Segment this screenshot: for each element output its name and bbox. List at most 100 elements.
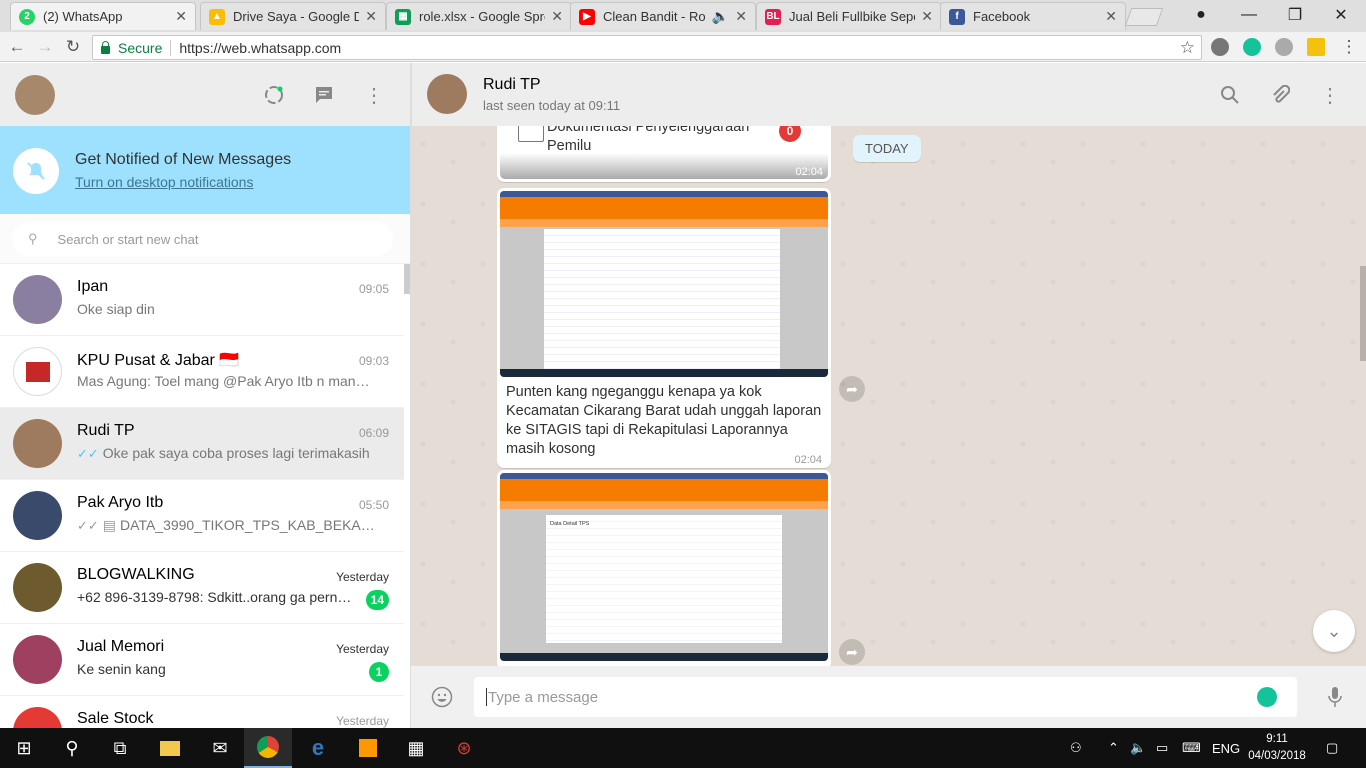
secure-indicator[interactable]: Secure [101, 40, 162, 56]
clock[interactable]: 9:11 04/03/2018 [1247, 731, 1307, 765]
chat-list: Ipan 09:05 Oke siap din KPU Pusat & Jaba… [0, 264, 404, 728]
enable-notifications-link[interactable]: Turn on desktop notifications [75, 174, 253, 190]
chat-item[interactable]: Pak Aryo Itb 05:50 ✓✓ ▤ DATA_3990_TIKOR_TP… [0, 480, 404, 552]
reload-button[interactable]: ↻ [62, 36, 84, 58]
folder-icon [518, 126, 544, 142]
chat-item[interactable]: BLOGWALKING Yesterday +62 896-3139-8798:… [0, 552, 404, 624]
forward-button[interactable]: → [34, 36, 56, 58]
menu-icon[interactable]: ⋮ [362, 83, 386, 107]
message-text: Punten kang ngeganggu kenapa ya kok Keca… [506, 384, 822, 457]
avatar [13, 707, 62, 728]
mail-icon[interactable]: ✉ [196, 728, 244, 768]
close-tab-icon[interactable]: ✕ [175, 8, 187, 25]
address-bar[interactable]: Secure https://web.whatsapp.com ☆ [92, 35, 1202, 60]
back-button[interactable]: ← [6, 36, 28, 58]
task-view-icon[interactable]: ⧉ [96, 728, 144, 768]
calculator-icon[interactable]: ▦ [392, 728, 440, 768]
edge-icon[interactable]: e [294, 728, 342, 768]
double-check-icon: ✓✓ [77, 446, 99, 461]
search-icon[interactable]: ⚲ [48, 728, 96, 768]
unread-badge: 14 [365, 590, 389, 610]
browser-toolbar: ← → ↻ Secure https://web.whatsapp.com ☆ … [0, 32, 1366, 62]
message-scrollbar[interactable] [1360, 266, 1366, 361]
extension-settings-icon[interactable] [1211, 38, 1229, 56]
image-message[interactable]: Data Detail TPS [497, 470, 831, 666]
sublime-icon[interactable] [344, 728, 392, 768]
action-center-icon[interactable]: ▢ [1326, 728, 1338, 768]
profile-icon[interactable]: ● [1178, 0, 1224, 30]
scroll-down-button[interactable]: ⌄ [1313, 610, 1355, 652]
document-message[interactable]: Dokumentasi Penyelenggaraan Pemilu 0 02:… [497, 126, 831, 182]
tab-youtube[interactable]: ▶ Clean Bandit - Rocka 🔈 ✕ [570, 2, 756, 30]
chat-item[interactable]: Ipan 09:05 Oke siap din [0, 264, 404, 336]
chat-list-scrollbar[interactable] [404, 264, 410, 294]
v-extension-icon[interactable] [1307, 38, 1325, 56]
my-avatar[interactable] [15, 75, 55, 115]
language-indicator[interactable]: ENG [1212, 728, 1240, 768]
contact-avatar[interactable] [427, 74, 467, 114]
emoji-icon[interactable] [430, 685, 454, 709]
new-tab-button[interactable] [1124, 8, 1164, 26]
sidebar-header: ⋮ [0, 63, 410, 126]
chat-item[interactable]: Sale Stock Yesterday [0, 696, 404, 728]
avatar [13, 347, 62, 396]
sidebar: ⋮ Get Notified of New Messages Turn on d… [0, 63, 411, 728]
minimize-button[interactable]: — [1226, 0, 1272, 30]
status-icon[interactable] [262, 83, 286, 107]
file-explorer-icon[interactable] [146, 728, 194, 768]
search-area: ⚲ Search or start new chat [0, 214, 410, 264]
extension-icon[interactable] [1275, 38, 1293, 56]
network-icon[interactable]: ▭ [1156, 728, 1168, 768]
show-hidden-icons[interactable]: ⌃ [1108, 728, 1119, 768]
chat-item[interactable]: KPU Pusat & Jabar 🇮🇩 09:03 Mas Agung: To… [0, 336, 404, 408]
forward-icon[interactable]: ➦ [839, 376, 865, 402]
message-input[interactable]: Type a message [474, 677, 1297, 717]
close-tab-icon[interactable]: ✕ [921, 8, 933, 25]
menu-icon[interactable]: ⋮ [1318, 83, 1342, 107]
avatar [13, 491, 62, 540]
close-tab-icon[interactable]: ✕ [365, 8, 377, 25]
attach-icon[interactable] [1268, 83, 1292, 107]
contact-name: Rudi TP [483, 76, 541, 93]
last-seen: last seen today at 09:11 [483, 98, 621, 113]
tab-bukalapak[interactable]: BL Jual Beli Fullbike Seped ✕ [756, 2, 942, 30]
new-chat-icon[interactable] [312, 83, 336, 107]
double-check-icon: ✓✓ [77, 518, 99, 533]
chrome-icon[interactable] [244, 728, 292, 768]
maximize-button[interactable]: ❐ [1272, 0, 1318, 30]
screenshot-image[interactable] [500, 191, 828, 377]
avatar [13, 635, 62, 684]
chrome-menu-icon[interactable]: ⋮ [1338, 36, 1360, 58]
document-icon: ▤ [102, 517, 117, 533]
grammarly-extension-icon[interactable] [1243, 38, 1261, 56]
tab-google-drive[interactable]: ▲ Drive Saya - Google Dri ✕ [200, 2, 386, 30]
search-icon[interactable] [1218, 83, 1242, 107]
tab-whatsapp[interactable]: 2 (2) WhatsApp ✕ [10, 2, 196, 30]
browser-tab-strip: 2 (2) WhatsApp ✕ ▲ Drive Saya - Google D… [0, 0, 1366, 32]
conversation-header[interactable]: Rudi TP last seen today at 09:11 ⋮ [411, 63, 1366, 126]
bookmark-star-icon[interactable]: ☆ [1180, 38, 1195, 58]
close-window-button[interactable]: ✕ [1318, 0, 1364, 30]
search-icon: ⚲ [28, 231, 38, 246]
volume-icon[interactable]: 🔈 [1130, 728, 1146, 768]
close-tab-icon[interactable]: ✕ [551, 8, 563, 25]
grammarly-icon[interactable] [1257, 687, 1277, 707]
tab-facebook[interactable]: f Facebook ✕ [940, 2, 1126, 30]
app-icon[interactable]: ⊛ [440, 728, 488, 768]
search-input[interactable]: ⚲ Search or start new chat [12, 222, 393, 256]
forward-icon[interactable]: ➦ [839, 639, 865, 665]
close-tab-icon[interactable]: ✕ [1105, 8, 1117, 25]
facebook-icon: f [949, 8, 965, 25]
tab-google-sheets[interactable]: ▦ role.xlsx - Google Sprea ✕ [386, 2, 572, 30]
people-icon[interactable]: ⚇ [1070, 728, 1082, 768]
image-message[interactable]: Punten kang ngeganggu kenapa ya kok Keca… [497, 188, 831, 468]
lock-icon [101, 40, 110, 54]
chat-item[interactable]: Jual Memori Yesterday Ke senin kang 1 [0, 624, 404, 696]
url-text: https://web.whatsapp.com [179, 39, 342, 56]
keyboard-icon[interactable]: ⌨ [1182, 728, 1201, 768]
microphone-icon[interactable] [1323, 685, 1347, 709]
screenshot-image[interactable]: Data Detail TPS [500, 473, 828, 661]
windows-start-icon[interactable]: ⊞ [0, 728, 48, 768]
close-tab-icon[interactable]: ✕ [735, 8, 747, 25]
chat-item[interactable]: Rudi TP 06:09 ✓✓ Oke pak saya coba proses… [0, 408, 404, 480]
